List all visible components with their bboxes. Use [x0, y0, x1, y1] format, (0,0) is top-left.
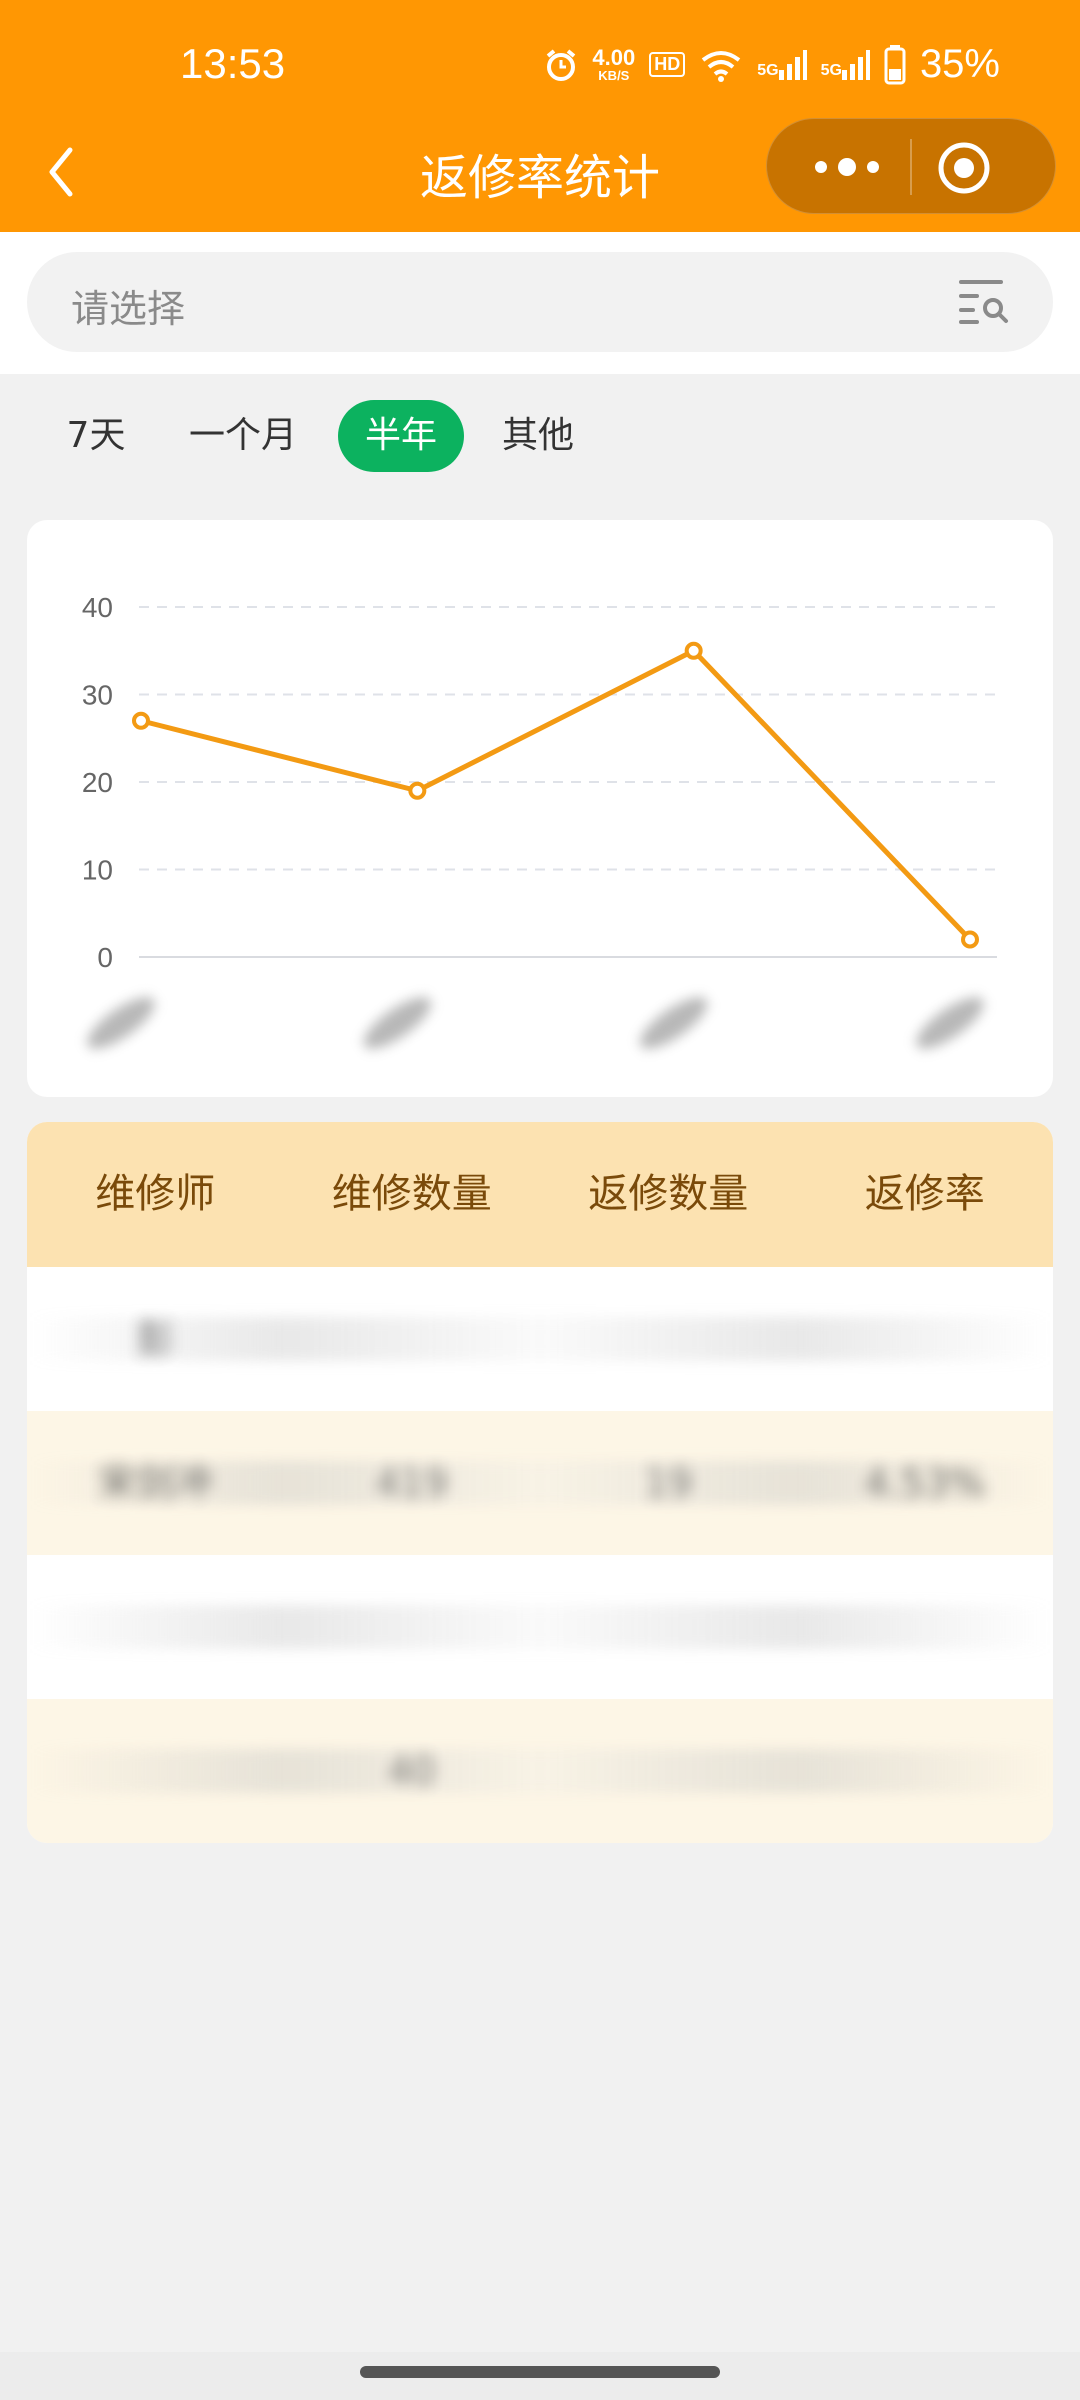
net-speed-value: 4.00	[592, 45, 636, 70]
redaction-smear	[27, 1749, 1053, 1793]
signal-2-label: 5G	[820, 61, 842, 79]
status-icons: 4.00 KB/S HD 5G 5G 35%	[544, 42, 1000, 87]
y-tick-label: 0	[97, 942, 113, 973]
status-bar: 13:53 4.00 KB/S HD 5G 5G 35%	[0, 0, 1080, 135]
table-header: 维修师 维修数量 返修数量 返修率	[27, 1122, 1053, 1267]
x-label-redacted	[639, 997, 708, 1049]
signal-bars-icon	[841, 49, 870, 80]
search-input[interactable]: 请选择	[27, 252, 1053, 352]
target-circle-icon[interactable]	[937, 141, 991, 195]
data-point[interactable]	[132, 711, 150, 730]
table-row[interactable]: 彭	[27, 1267, 1053, 1411]
y-tick-label: 40	[82, 592, 113, 623]
header-rework-rate: 返修率	[864, 1171, 985, 1217]
battery-icon	[884, 44, 906, 84]
signal-1-label: 5G	[757, 61, 779, 79]
net-speed-unit: KB/S	[598, 68, 630, 83]
x-label-redacted	[916, 997, 984, 1049]
battery-percent: 35%	[919, 42, 1000, 86]
signal-bars-icon	[778, 49, 807, 80]
tab-half-year[interactable]: 半年	[338, 400, 464, 472]
header-technician: 维修师	[95, 1171, 216, 1217]
signal-1: 5G	[757, 49, 807, 80]
redaction-smear	[27, 1461, 1053, 1505]
header-repair-count: 维修数量	[331, 1171, 492, 1217]
tab-7days[interactable]: 7天	[48, 400, 144, 472]
hd-badge: HD	[649, 52, 686, 77]
app-header: 13:53 4.00 KB/S HD 5G 5G 35% 返修率统计	[0, 0, 1080, 232]
repair-rate-table: 维修师 维修数量 返修数量 返修率 彭 宋剑冲 419 19 4.53% 40	[27, 1122, 1053, 1843]
y-tick-label: 10	[82, 855, 113, 886]
search-placeholder: 请选择	[71, 287, 186, 331]
line-chart: 0 10 20 30 40	[82, 592, 997, 1049]
period-tabs: 7天 一个月 半年 其他	[0, 400, 1080, 474]
alarm-icon	[547, 48, 576, 81]
header-rework-count: 返修数量	[588, 1171, 749, 1217]
table-row[interactable]: 宋剑冲 419 19 4.53%	[27, 1411, 1053, 1555]
filter-search-icon[interactable]	[957, 276, 1009, 326]
wifi-icon	[702, 50, 741, 82]
y-tick-label: 30	[82, 680, 113, 711]
status-time: 13:53	[180, 40, 286, 87]
table-row[interactable]: 40	[27, 1699, 1053, 1843]
search-area: 请选择	[0, 232, 1080, 374]
y-tick-label: 20	[82, 767, 113, 798]
home-indicator[interactable]	[360, 2366, 720, 2378]
data-point[interactable]	[684, 641, 703, 660]
chart-card: 0 10 20 30 40	[27, 520, 1053, 1097]
net-speed: 4.00 KB/S	[592, 45, 636, 83]
x-label-redacted	[87, 997, 155, 1049]
capsule-divider	[910, 139, 912, 195]
data-point[interactable]	[408, 781, 427, 800]
mini-program-capsule	[766, 118, 1056, 214]
redaction-smear	[27, 1317, 1053, 1361]
nav-bar: 返修率统计	[0, 118, 1080, 232]
x-label-redacted	[363, 997, 432, 1049]
more-dots-icon[interactable]	[807, 147, 887, 187]
redaction-smear	[27, 1605, 1053, 1649]
data-point[interactable]	[961, 930, 979, 949]
signal-2: 5G	[820, 49, 870, 80]
tab-one-month[interactable]: 一个月	[178, 400, 308, 472]
table-row[interactable]	[27, 1555, 1053, 1699]
tab-other[interactable]: 其他	[488, 400, 588, 472]
